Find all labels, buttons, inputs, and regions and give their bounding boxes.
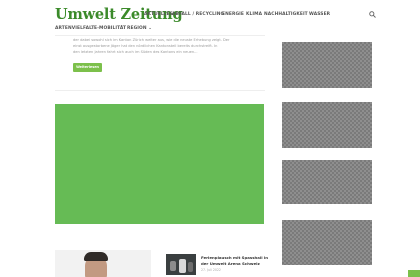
- sidebar-ad-placeholder[interactable]: [282, 102, 372, 148]
- nav-item-energie[interactable]: ENERGIE: [222, 12, 244, 17]
- nav-item-nachhaltigkeit[interactable]: NACHHALTIGKEIT: [264, 12, 308, 17]
- sidebar-article-title[interactable]: Ferienplausch mit Spasshall in: [201, 255, 268, 260]
- nav-item-artenvielfalt[interactable]: ARTENVIELFALT: [55, 26, 94, 31]
- sidebar-ad-placeholder[interactable]: [282, 160, 372, 204]
- article-excerpt-line: einst ausgestorbene Jäger hat den nördli…: [73, 44, 218, 48]
- sidebar-article-thumbnail[interactable]: [166, 254, 196, 275]
- nav-item-wasser[interactable]: WASSER: [309, 12, 330, 17]
- nav-item-aktuelles[interactable]: AKTUELLES: [144, 12, 173, 17]
- article-divider: [55, 90, 265, 91]
- edge-accent-tab[interactable]: [408, 270, 420, 277]
- sidebar-article-title[interactable]: der Umwelt Arena Schweiz: [201, 261, 260, 266]
- read-more-button[interactable]: Weiterlesen: [73, 63, 102, 72]
- person-hair: [84, 252, 108, 261]
- green-banner[interactable]: [55, 104, 264, 224]
- nav-item-region[interactable]: REGION ⌄: [127, 26, 152, 31]
- article-thumbnail-person[interactable]: [55, 250, 151, 277]
- article-excerpt-line: der dabei sowohl sich im Kanton Zürich w…: [73, 38, 230, 42]
- nav-item-e-mobilitaet[interactable]: E-MOBILITÄT: [94, 26, 126, 31]
- article-excerpt-line: den letzten Jahren fahrt sich auch im Sü…: [73, 50, 198, 54]
- header-divider: [55, 35, 265, 36]
- sidebar-ad-placeholder[interactable]: [282, 220, 372, 265]
- sidebar-article-date: 27. Juli 2022: [201, 268, 221, 272]
- search-icon[interactable]: [369, 11, 376, 18]
- nav-item-klima[interactable]: KLIMA: [246, 12, 262, 17]
- page: Umwelt Zeitung AKTUELLES ABFALL / RECYCL…: [0, 0, 420, 277]
- sidebar-ad-placeholder[interactable]: [282, 42, 372, 88]
- nav-item-abfall-recycling[interactable]: ABFALL / RECYCLING: [172, 12, 224, 17]
